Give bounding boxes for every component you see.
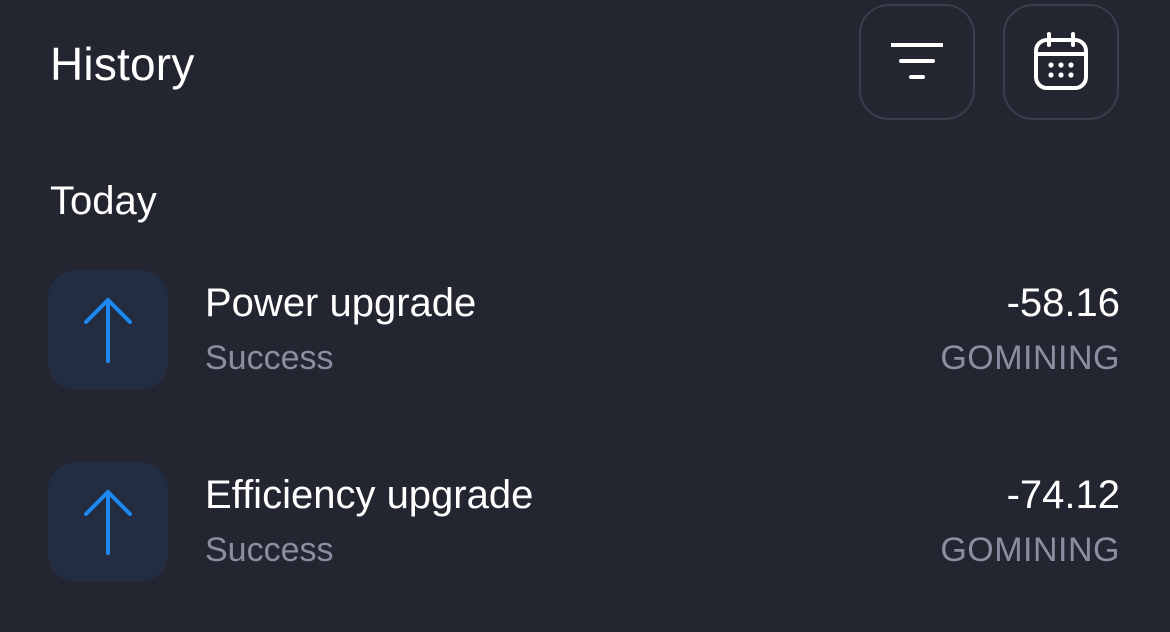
arrow-up-icon bbox=[84, 490, 132, 555]
filter-button[interactable] bbox=[859, 4, 975, 120]
transaction-title: Efficiency upgrade bbox=[205, 473, 534, 517]
transaction-icon-tile bbox=[48, 462, 168, 582]
transaction-amount: -58.16 bbox=[1006, 281, 1120, 325]
filter-icon bbox=[891, 43, 943, 79]
transaction-icon-tile bbox=[48, 270, 168, 390]
transaction-status: Success bbox=[205, 339, 334, 377]
page-title: History bbox=[50, 38, 195, 90]
calendar-icon bbox=[1034, 32, 1088, 90]
arrow-up-icon bbox=[84, 298, 132, 363]
section-label-today: Today bbox=[50, 179, 157, 223]
transaction-currency: GOMINING bbox=[940, 339, 1120, 377]
transaction-currency: GOMINING bbox=[940, 531, 1120, 569]
transaction-row[interactable]: Power upgrade Success -58.16 GOMINING bbox=[0, 270, 1170, 392]
transaction-title: Power upgrade bbox=[205, 281, 477, 325]
transaction-row[interactable]: Efficiency upgrade Success -74.12 GOMINI… bbox=[0, 462, 1170, 584]
transaction-status: Success bbox=[205, 531, 334, 569]
transaction-amount: -74.12 bbox=[1006, 473, 1120, 517]
calendar-button[interactable] bbox=[1003, 4, 1119, 120]
